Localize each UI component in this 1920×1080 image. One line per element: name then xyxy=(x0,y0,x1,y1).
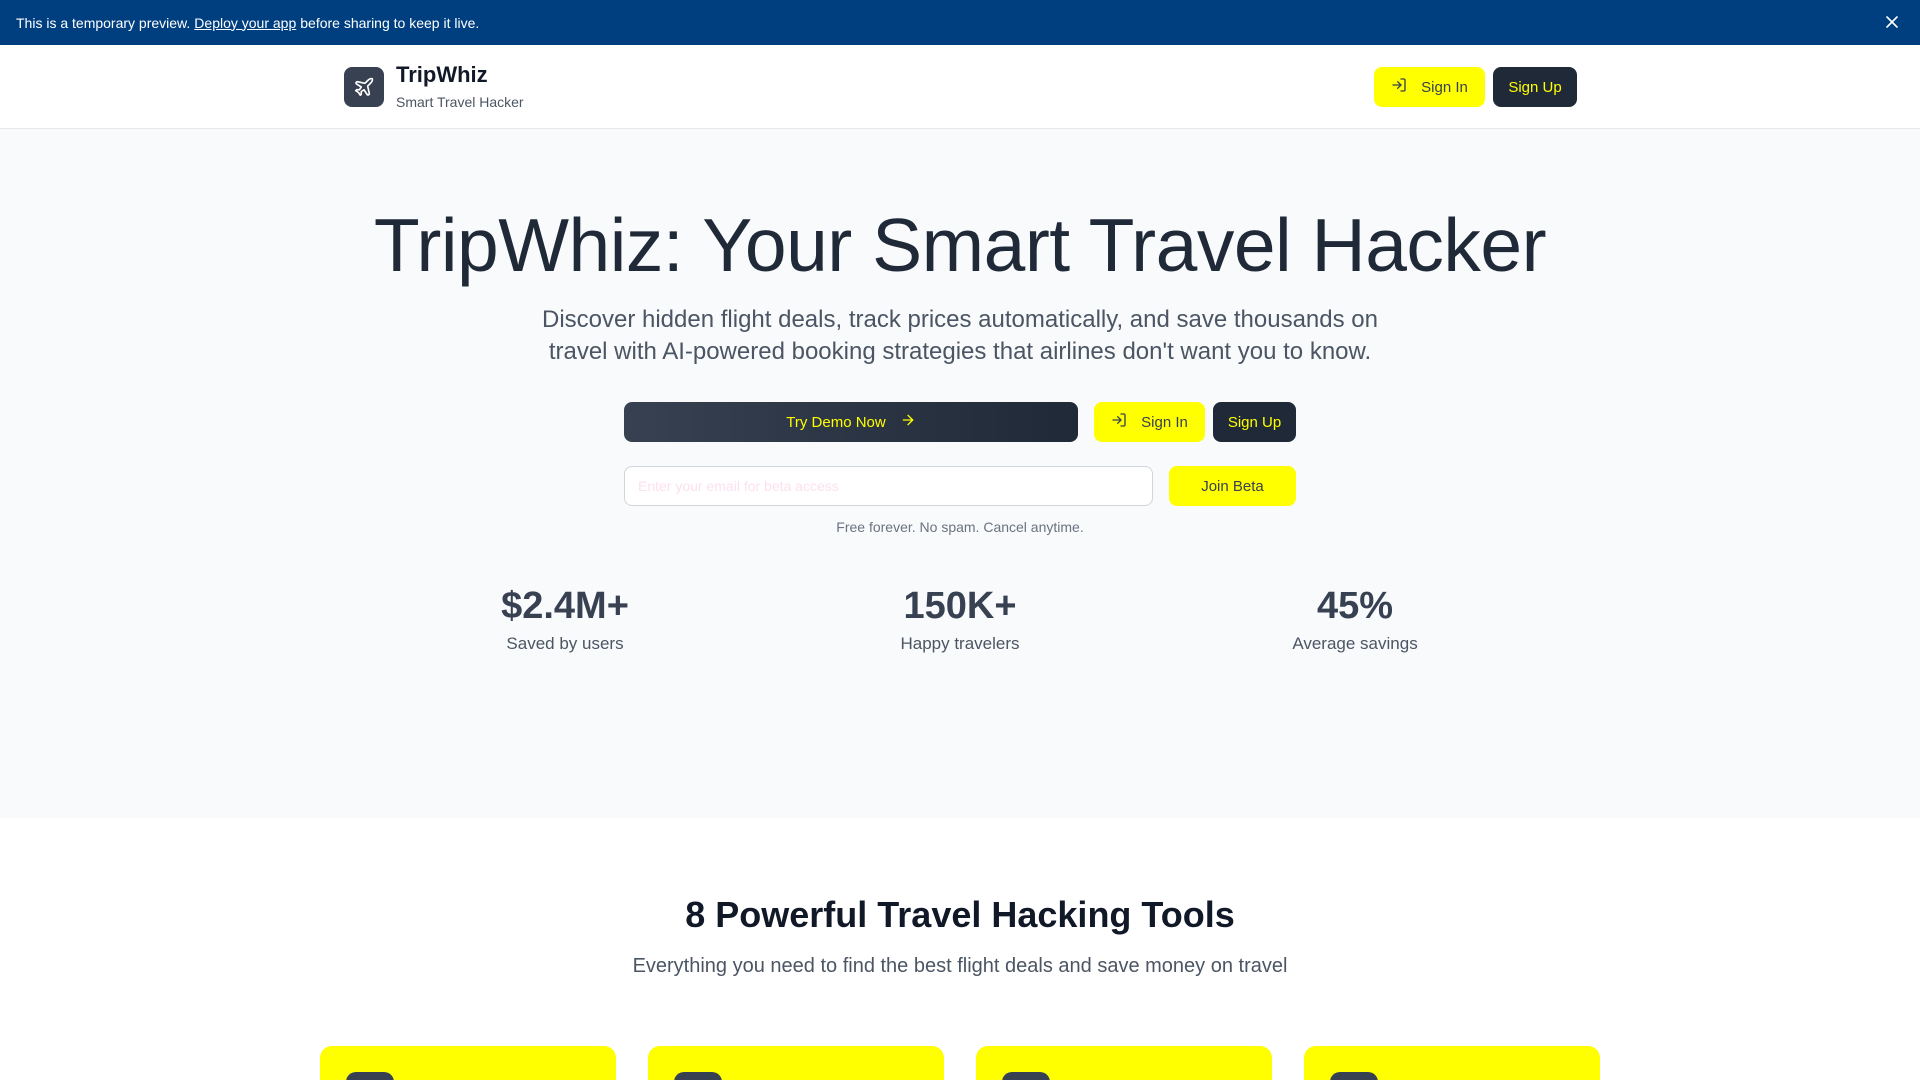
stat-value: 150K+ xyxy=(903,585,1017,627)
brand-subtitle: Smart Travel Hacker xyxy=(396,94,524,110)
hero-sign-up-button[interactable]: Sign Up xyxy=(1213,402,1296,442)
stat-travelers: 150K+ Happy travelers xyxy=(810,584,1110,654)
banner-text-after: before sharing to keep it live. xyxy=(300,14,480,31)
tool-card[interactable] xyxy=(648,1046,944,1080)
hero-description: Discover hidden flight deals, track pric… xyxy=(541,306,1378,365)
hero-section: TripWhiz: Your Smart Travel Hacker Disco… xyxy=(0,129,1920,818)
stat-label: Average savings xyxy=(1292,634,1418,653)
close-icon[interactable] xyxy=(1882,12,1902,32)
stat-label: Happy travelers xyxy=(900,634,1020,653)
preview-banner: This is a temporary preview. Deploy your… xyxy=(0,0,1920,45)
stat-value: $2.4M+ xyxy=(501,585,629,627)
tools-subtitle: Everything you need to find the best fli… xyxy=(632,955,1288,977)
deploy-app-link[interactable]: Deploy your app xyxy=(194,15,296,31)
header-sign-in-button[interactable]: Sign In xyxy=(1374,67,1485,107)
sign-in-label: Sign In xyxy=(1141,413,1188,431)
sign-in-icon xyxy=(1111,412,1127,432)
stat-label: Saved by users xyxy=(506,634,624,653)
plane-icon[interactable] xyxy=(344,67,384,107)
fine-print: Free forever. No spam. Cancel anytime. xyxy=(836,519,1084,535)
site-header: TripWhiz Smart Travel Hacker Sign In Sig… xyxy=(0,45,1920,129)
brand-title[interactable]: TripWhiz xyxy=(396,62,488,88)
tool-icon xyxy=(1330,1072,1378,1080)
sign-in-icon xyxy=(1391,77,1407,97)
email-input[interactable] xyxy=(624,466,1153,506)
try-demo-label: Try Demo Now xyxy=(786,413,886,431)
join-beta-button[interactable]: Join Beta xyxy=(1169,466,1296,506)
tool-icon xyxy=(674,1072,722,1080)
sign-in-label: Sign In xyxy=(1421,78,1468,96)
tool-icon xyxy=(1002,1072,1050,1080)
stat-savings: 45% Average savings xyxy=(1205,584,1505,654)
banner-text: This is a temporary preview. xyxy=(16,14,191,31)
stat-value: 45% xyxy=(1316,585,1394,627)
tool-card[interactable] xyxy=(1304,1046,1600,1080)
tool-card[interactable] xyxy=(976,1046,1272,1080)
tool-card[interactable] xyxy=(320,1046,616,1080)
try-demo-button[interactable]: Try Demo Now xyxy=(624,402,1078,442)
arrow-right-icon xyxy=(900,412,916,432)
tool-icon xyxy=(346,1072,394,1080)
hero-title: TripWhiz: Your Smart Travel Hacker xyxy=(373,203,1547,287)
hero-sign-in-button[interactable]: Sign In xyxy=(1094,402,1205,442)
header-sign-up-button[interactable]: Sign Up xyxy=(1493,67,1577,107)
tools-title: 8 Powerful Travel Hacking Tools xyxy=(685,894,1235,935)
stat-saved: $2.4M+ Saved by users xyxy=(415,584,715,654)
